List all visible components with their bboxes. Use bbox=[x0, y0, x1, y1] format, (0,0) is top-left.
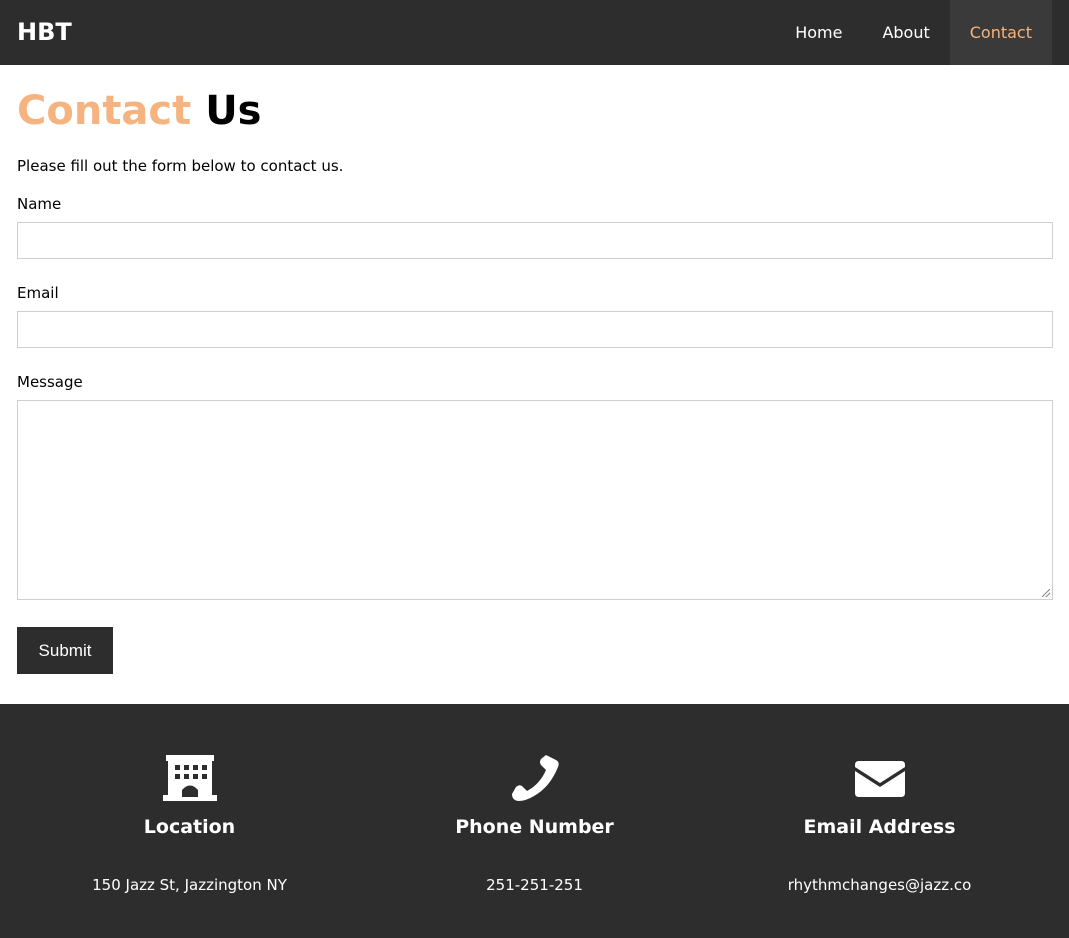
phone-icon bbox=[362, 753, 707, 803]
location-value: 150 Jazz St, Jazzington NY bbox=[92, 876, 287, 894]
resize-handle[interactable] bbox=[1042, 589, 1050, 597]
message-label: Message bbox=[17, 373, 83, 391]
phone-value: 251-251-251 bbox=[486, 876, 583, 894]
contact-main: Contact Us Please fill out the form belo… bbox=[17, 65, 1053, 674]
envelope-icon bbox=[707, 753, 1052, 803]
page-title-rest: Us bbox=[205, 88, 262, 134]
nav-links: Home About Contact bbox=[775, 0, 1052, 65]
page-title: Contact Us bbox=[17, 87, 1053, 135]
nav-link-contact[interactable]: Contact bbox=[949, 0, 1052, 65]
email-value[interactable]: rhythmchanges@jazz.co bbox=[707, 875, 1052, 895]
name-label: Name bbox=[17, 195, 62, 213]
brand-logo[interactable]: HBT bbox=[17, 17, 72, 47]
footer: Location 150 Jazz St, Jazzington NY Phon… bbox=[0, 704, 1069, 938]
building-icon bbox=[17, 753, 362, 803]
submit-button[interactable]: Submit bbox=[17, 627, 113, 674]
location-title: Location bbox=[143, 816, 236, 838]
phone-title: Phone Number bbox=[455, 816, 614, 838]
top-navbar: HBT Home About Contact bbox=[0, 0, 1069, 65]
name-field[interactable] bbox=[17, 222, 1053, 259]
nav-link-about[interactable]: About bbox=[862, 0, 949, 65]
message-textarea[interactable] bbox=[17, 400, 1053, 600]
email-label: Email bbox=[17, 284, 59, 302]
email-title: Email Address bbox=[803, 816, 956, 838]
nav-link-home[interactable]: Home bbox=[775, 0, 862, 65]
intro-text: Please fill out the form below to contac… bbox=[17, 157, 344, 175]
page-title-accent: Contact bbox=[17, 88, 192, 134]
email-field[interactable] bbox=[17, 311, 1053, 348]
